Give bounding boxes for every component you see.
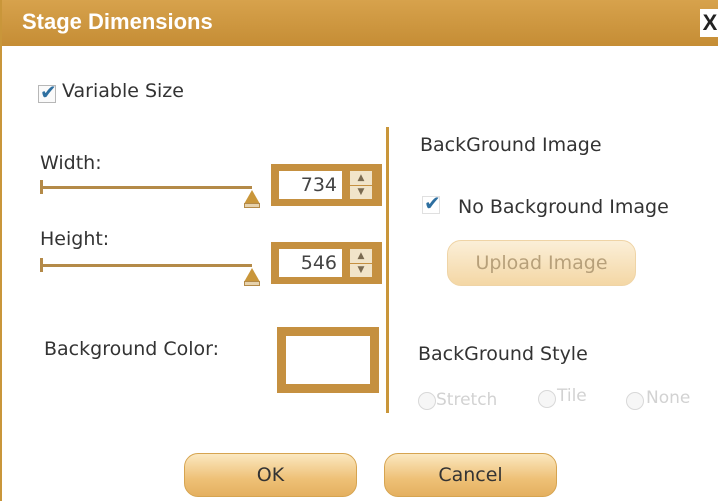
- tile-radio-label: Tile: [557, 386, 587, 406]
- tile-radio[interactable]: [538, 390, 556, 408]
- none-radio[interactable]: [626, 392, 644, 410]
- width-slider-thumb[interactable]: [244, 190, 260, 204]
- ok-button[interactable]: OK: [184, 453, 357, 497]
- checkmark-icon: ✔: [40, 80, 57, 104]
- stretch-radio[interactable]: [418, 392, 436, 410]
- background-color-swatch[interactable]: [277, 327, 379, 393]
- checkmark-icon: ✔: [424, 191, 441, 215]
- background-style-heading: BackGround Style: [418, 343, 588, 365]
- width-slider-track: [40, 186, 252, 189]
- stretch-radio-label: Stretch: [436, 390, 498, 410]
- vertical-divider: [386, 127, 389, 413]
- variable-size-label: Variable Size: [62, 80, 184, 102]
- height-stepper: ▲ ▼: [271, 242, 382, 284]
- width-decrement-button[interactable]: ▼: [350, 185, 372, 199]
- variable-size-checkbox[interactable]: ✔: [38, 80, 57, 104]
- height-input[interactable]: [279, 249, 342, 277]
- close-button[interactable]: X: [700, 9, 718, 37]
- height-label: Height:: [40, 228, 110, 250]
- none-radio-label: None: [646, 388, 691, 408]
- height-decrement-button[interactable]: ▼: [350, 263, 372, 277]
- upload-image-button[interactable]: Upload Image: [447, 240, 636, 286]
- height-increment-button[interactable]: ▲: [350, 249, 372, 264]
- no-background-image-checkbox[interactable]: ✔: [422, 191, 441, 215]
- background-image-heading: BackGround Image: [420, 134, 602, 156]
- height-slider-thumb-base: [244, 281, 260, 286]
- height-slider-thumb[interactable]: [244, 268, 260, 282]
- stage-dimensions-dialog: Stage Dimensions X ✔ Variable Size Width…: [0, 0, 718, 501]
- height-stepper-buttons: ▲ ▼: [350, 249, 372, 277]
- width-label: Width:: [40, 152, 102, 174]
- dialog-title: Stage Dimensions: [22, 9, 213, 34]
- width-stepper-buttons: ▲ ▼: [350, 171, 372, 199]
- title-bar: Stage Dimensions X: [2, 0, 718, 46]
- background-color-label: Background Color:: [44, 338, 220, 360]
- width-stepper: ▲ ▼: [271, 164, 382, 206]
- cancel-button[interactable]: Cancel: [384, 453, 557, 497]
- height-slider-track: [40, 264, 252, 267]
- width-input[interactable]: [279, 171, 342, 199]
- no-background-image-label: No Background Image: [458, 196, 669, 218]
- width-increment-button[interactable]: ▲: [350, 171, 372, 186]
- width-slider-thumb-base: [244, 203, 260, 208]
